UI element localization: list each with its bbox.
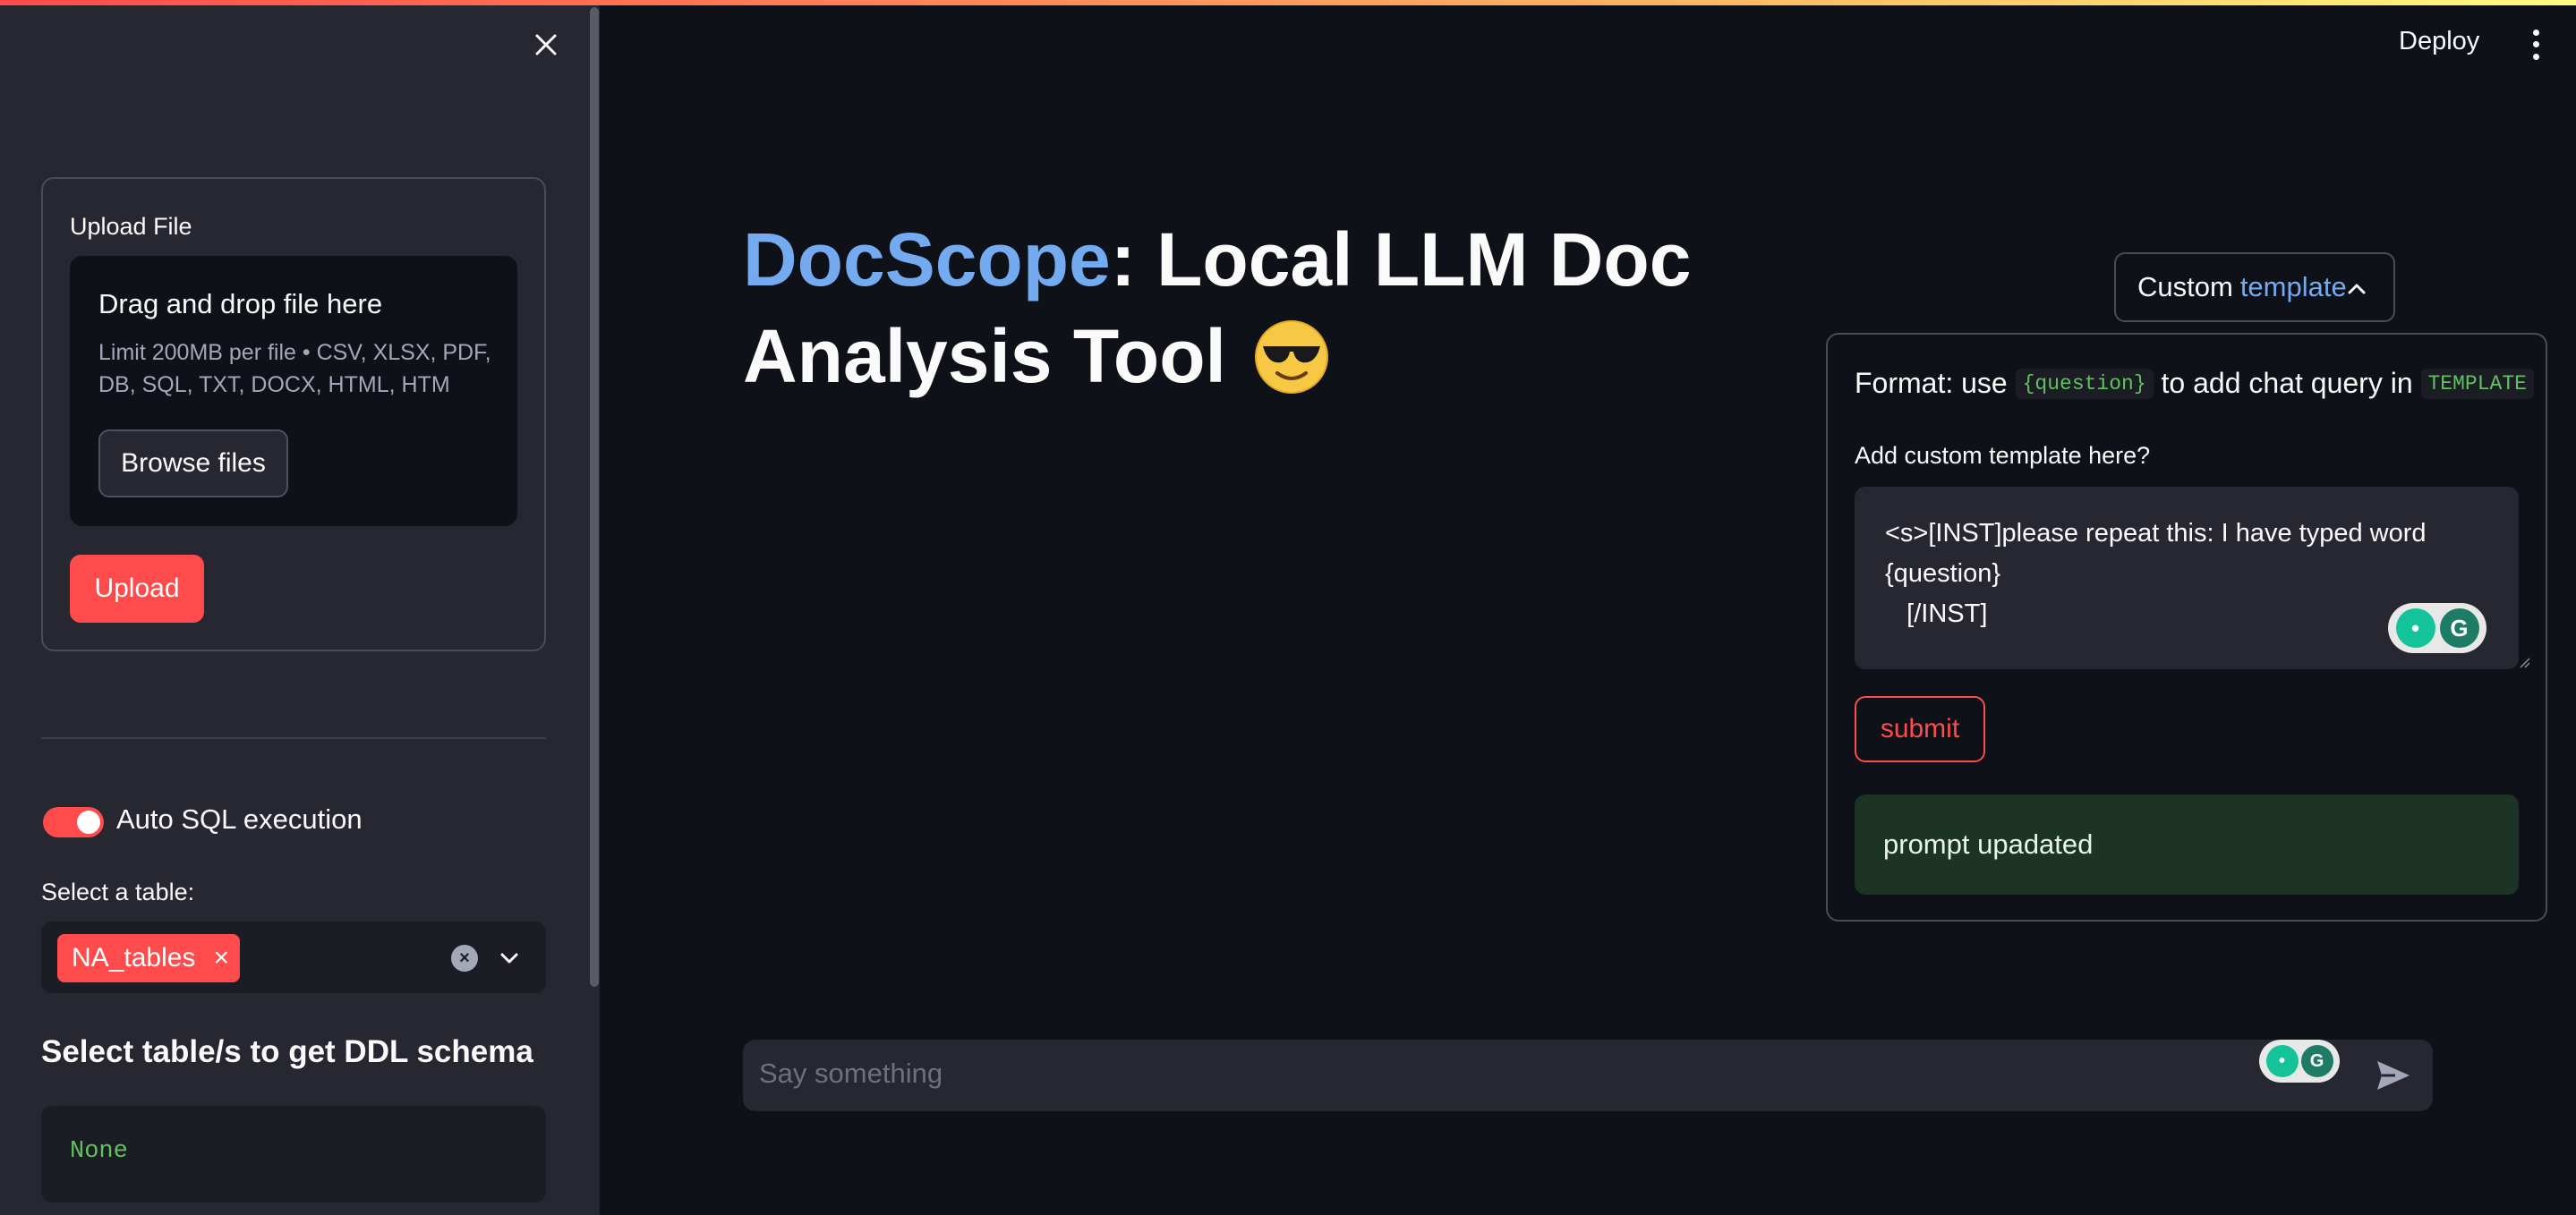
- custom-template-popover: Format: use {question} to add chat query…: [1826, 333, 2547, 922]
- chevron-down-icon[interactable]: [494, 943, 525, 973]
- custom-template-popover-button[interactable]: Custom template: [2114, 252, 2395, 322]
- file-dropzone[interactable]: Drag and drop file here Limit 200MB per …: [70, 256, 517, 526]
- sidebar-scrollbar[interactable]: [590, 7, 599, 987]
- ddl-schema-value: None: [70, 1138, 128, 1165]
- sidebar-close-button[interactable]: [528, 27, 564, 63]
- menu-dot: [2532, 41, 2539, 48]
- sidebar-divider: [41, 737, 546, 739]
- deploy-button[interactable]: Deploy: [2399, 27, 2479, 56]
- selected-table-tag: NA_tables ×: [57, 934, 240, 982]
- upload-button[interactable]: Upload: [70, 555, 204, 623]
- table-multiselect[interactable]: NA_tables × ×: [41, 922, 546, 993]
- tag-remove-icon[interactable]: ×: [213, 943, 229, 973]
- chat-input[interactable]: Say something • G: [743, 1040, 2433, 1111]
- dropzone-title: Drag and drop file here: [98, 288, 383, 319]
- popover-toggle-accent: template: [2239, 271, 2347, 302]
- kebab-menu-icon[interactable]: [2524, 27, 2547, 63]
- popover-toggle-prefix: Custom: [2137, 271, 2233, 302]
- menu-dot: [2532, 53, 2539, 60]
- format-code-question: {question}: [2015, 368, 2154, 399]
- clear-selection-icon[interactable]: ×: [451, 945, 478, 972]
- sunglasses-face-icon: [1255, 319, 1329, 394]
- format-text-1: Format: use: [1855, 367, 2008, 399]
- send-icon[interactable]: [2376, 1059, 2411, 1092]
- chat-placeholder: Say something: [759, 1058, 943, 1089]
- format-instructions: Format: use {question} to add chat query…: [1855, 367, 2534, 401]
- toggle-knob: [77, 811, 100, 834]
- auto-sql-label: Auto SQL execution: [116, 803, 363, 835]
- close-icon: [535, 34, 557, 55]
- menu-dot: [2532, 30, 2539, 37]
- format-text-2: to add chat query in: [2161, 367, 2413, 399]
- grammarly-lightbulb-icon: •: [2395, 608, 2435, 648]
- sidebar: Upload File Drag and drop file here Limi…: [0, 0, 600, 1215]
- grammarly-g-icon: G: [2300, 1045, 2333, 1077]
- page-title: DocScope: Local LLM Doc Analysis Tool: [743, 211, 1727, 404]
- dropzone-limit-text: Limit 200MB per file • CSV, XLSX, PDF, D…: [98, 340, 491, 397]
- auto-sql-toggle[interactable]: [43, 807, 104, 837]
- ddl-schema-heading: Select table/s to get DDL schema: [41, 1034, 533, 1069]
- upload-file-label: Upload File: [70, 213, 192, 240]
- grammarly-lightbulb-icon: •: [2265, 1045, 2299, 1077]
- browse-files-button[interactable]: Browse files: [98, 429, 288, 497]
- format-code-template: TEMPLATE: [2420, 368, 2534, 399]
- ddl-schema-output: None: [41, 1106, 546, 1202]
- tag-label: NA_tables: [72, 943, 196, 973]
- table-select-label: Select a table:: [41, 879, 195, 905]
- grammarly-g-icon: G: [2439, 608, 2479, 648]
- title-brand: DocScope: [743, 217, 1111, 302]
- resize-handle-icon[interactable]: [2519, 657, 2531, 669]
- chevron-up-icon: [2348, 284, 2366, 294]
- header-decoration: [0, 0, 2576, 5]
- grammarly-widget[interactable]: • G: [2259, 1040, 2340, 1083]
- grammarly-widget[interactable]: • G: [2388, 603, 2486, 653]
- template-input-label: Add custom template here?: [1855, 442, 2151, 469]
- submit-button[interactable]: submit: [1855, 696, 1985, 762]
- success-alert: prompt upadated: [1855, 794, 2519, 895]
